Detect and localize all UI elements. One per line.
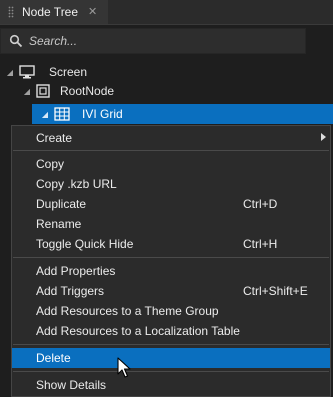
menu-item-show-details[interactable]: Show Details (12, 375, 330, 395)
menu-item-label: Add Resources to a Localization Table (36, 324, 240, 338)
grid-icon (54, 107, 70, 121)
tree-item-label: Screen (49, 65, 88, 79)
menu-item-label: Add Resources to a Theme Group (36, 304, 219, 318)
node-tree-tab[interactable]: Node Tree ✕ (0, 0, 108, 24)
menu-item-duplicate[interactable]: Duplicate Ctrl+D (12, 194, 330, 214)
menu-item-add-triggers[interactable]: Add Triggers Ctrl+Shift+E (12, 281, 330, 301)
expand-arrow-icon[interactable]: ◢ (5, 68, 15, 77)
menu-separator (13, 257, 329, 258)
menu-item-copy-kzb-url[interactable]: Copy .kzb URL (12, 174, 330, 194)
menu-separator (13, 344, 329, 345)
menu-item-shortcut: Ctrl+D (243, 197, 278, 211)
drag-grip-icon[interactable] (8, 6, 14, 18)
search-box[interactable] (0, 28, 306, 54)
menu-item-label: Rename (36, 217, 82, 231)
menu-item-label: Add Properties (36, 264, 116, 278)
menu-item-copy[interactable]: Copy (12, 154, 330, 174)
menu-item-shortcut: Ctrl+Shift+E (243, 284, 308, 298)
menu-item-label: Copy (36, 157, 65, 171)
menu-item-label: Add Triggers (36, 284, 105, 298)
search-icon (9, 34, 23, 48)
submenu-arrow-icon (321, 133, 326, 141)
menu-item-label: Copy .kzb URL (36, 177, 117, 191)
menu-item-label: Show Details (36, 378, 107, 392)
mouse-pointer-icon (117, 357, 131, 378)
search-input[interactable] (29, 34, 279, 48)
menu-item-rename[interactable]: Rename (12, 214, 330, 234)
screen-icon (19, 65, 35, 79)
tree-item-rootnode[interactable]: ◢ RootNode (0, 81, 333, 101)
menu-item-label: Create (36, 131, 73, 145)
menu-item-shortcut: Ctrl+H (243, 237, 278, 251)
menu-item-toggle-quick-hide[interactable]: Toggle Quick Hide Ctrl+H (12, 234, 330, 254)
menu-item-label: Delete (36, 351, 71, 365)
menu-item-label: Toggle Quick Hide (36, 237, 134, 251)
tree-item-label: IVI Grid (82, 107, 123, 121)
expand-arrow-icon[interactable]: ◢ (40, 110, 50, 119)
tree-item-ivi-grid[interactable]: ◢ IVI Grid (32, 104, 333, 124)
context-menu: Create Copy Copy .kzb URL Duplicate Ctrl… (11, 125, 331, 397)
menu-separator (13, 150, 329, 151)
tab-title: Node Tree (22, 5, 79, 19)
menu-separator (13, 371, 329, 372)
menu-item-add-properties[interactable]: Add Properties (12, 261, 330, 281)
menu-item-add-resources-theme-group[interactable]: Add Resources to a Theme Group (12, 301, 330, 321)
close-icon[interactable]: ✕ (88, 6, 97, 18)
menu-item-label: Duplicate (36, 197, 87, 211)
node-tree-panel: Node Tree ✕ ◢ Screen ◢ RootNode ◢ (0, 0, 333, 397)
tree-item-screen[interactable]: ◢ Screen (0, 62, 333, 82)
expand-arrow-icon[interactable]: ◢ (22, 87, 32, 96)
tree-item-label: RootNode (60, 84, 115, 98)
menu-item-add-resources-localization-table[interactable]: Add Resources to a Localization Table (12, 321, 330, 341)
menu-item-delete[interactable]: Delete (12, 348, 330, 368)
node-icon (36, 84, 50, 98)
menu-item-create[interactable]: Create (12, 128, 330, 148)
panel-tab-bar: Node Tree ✕ (0, 0, 333, 25)
